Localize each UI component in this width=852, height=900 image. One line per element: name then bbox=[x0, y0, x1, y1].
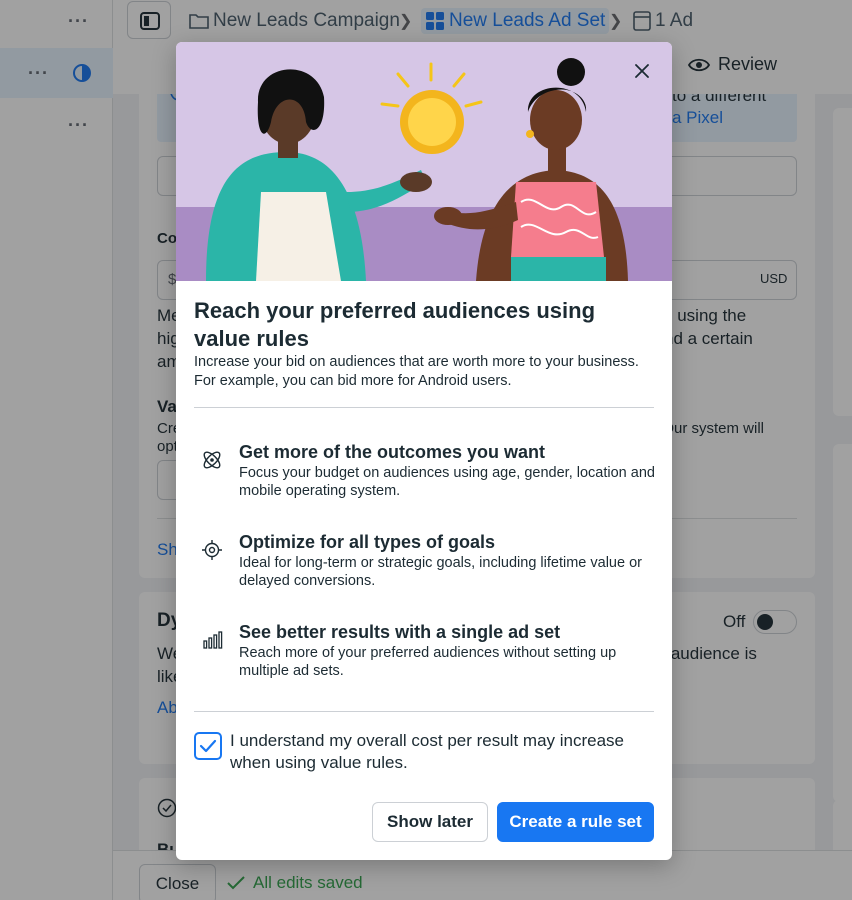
divider bbox=[194, 407, 654, 408]
feature-title: Optimize for all types of goals bbox=[239, 532, 496, 552]
modal-close-button[interactable] bbox=[628, 58, 656, 86]
acknowledgement-checkbox[interactable] bbox=[194, 732, 222, 760]
close-icon bbox=[635, 63, 649, 78]
show-later-button[interactable]: Show later bbox=[372, 802, 488, 842]
modal-description: Increase your bid on audiences that are … bbox=[194, 354, 639, 389]
checkmark-icon bbox=[199, 739, 217, 753]
hero-illustration bbox=[176, 42, 672, 281]
feature-description: Reach more of your preferred audiences w… bbox=[239, 645, 617, 679]
create-rule-set-button[interactable]: Create a rule set bbox=[497, 802, 654, 842]
atom-icon bbox=[203, 451, 221, 469]
modal-title: Reach your preferred audiences using val… bbox=[194, 298, 596, 351]
feature-description: Focus your budget on audiences using age… bbox=[239, 465, 655, 499]
feature-title: Get more of the outcomes you want bbox=[239, 442, 546, 462]
feature-title: See better results with a single ad set bbox=[239, 622, 561, 642]
bar-chart-icon bbox=[203, 631, 223, 649]
target-icon bbox=[202, 540, 222, 560]
acknowledgement-label[interactable]: I understand my overall cost per result … bbox=[230, 730, 660, 774]
feature-description: Ideal for long-term or strategic goals, … bbox=[239, 555, 642, 589]
divider bbox=[194, 711, 654, 712]
value-rules-modal: Reach your preferred audiences using val… bbox=[176, 42, 672, 860]
